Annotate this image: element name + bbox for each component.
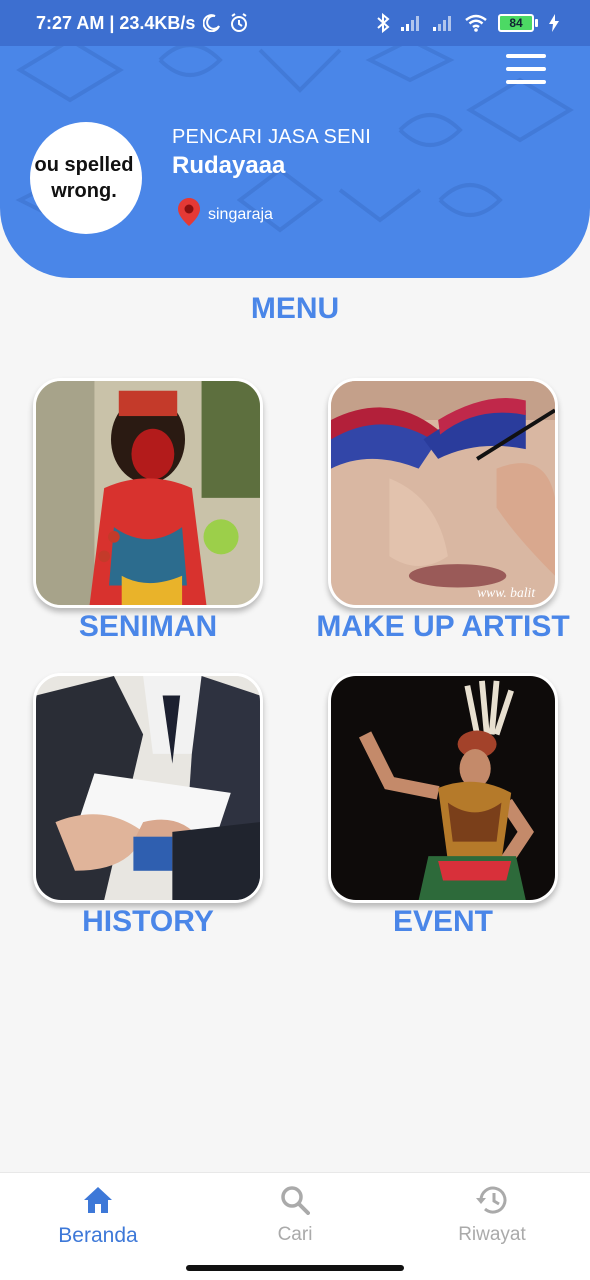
battery-icon: 84 — [498, 14, 538, 32]
status-time: 7:27 AM | 23.4KB/s — [36, 12, 196, 33]
charging-icon — [548, 14, 560, 32]
user-location: singaraja — [178, 198, 273, 231]
home-icon[interactable] — [82, 1187, 114, 1219]
menu-item-history[interactable]: HISTORY — [33, 673, 263, 938]
menu-item-label[interactable]: HISTORY — [0, 905, 298, 939]
menu-item-makeup-artist[interactable]: www. balit MAKE UP ARTIST — [316, 378, 570, 643]
home-indicator[interactable] — [186, 1265, 404, 1271]
hamburger-menu-icon[interactable] — [506, 54, 546, 84]
menu-item-label[interactable]: MAKE UP ARTIST — [293, 610, 590, 644]
nav-item-riwayat[interactable]: Riwayat — [412, 1185, 572, 1246]
nav-label[interactable]: Cari — [215, 1224, 375, 1246]
menu-item-label[interactable]: EVENT — [293, 905, 590, 939]
location-pin-icon — [178, 198, 200, 231]
moon-icon — [203, 14, 221, 32]
avatar[interactable]: ou spelled wrong. — [30, 122, 142, 234]
event-image[interactable] — [328, 673, 558, 903]
user-name: Rudayaaa — [172, 152, 286, 179]
user-role: PENCARI JASA SENI — [172, 126, 372, 148]
wifi-icon — [464, 14, 488, 32]
makeup-artist-image[interactable]: www. balit — [328, 378, 558, 608]
svg-text:www. balit: www. balit — [477, 585, 536, 600]
nav-label[interactable]: Riwayat — [412, 1224, 572, 1246]
signal-icon — [400, 14, 422, 32]
nav-label[interactable]: Beranda — [18, 1224, 178, 1248]
avatar-text: ou spelled wrong. — [34, 154, 134, 202]
bottom-navigation: Beranda Cari Riwayat — [0, 1172, 590, 1280]
menu-item-event[interactable]: EVENT — [328, 673, 558, 938]
battery-level: 84 — [498, 14, 534, 32]
menu-item-label[interactable]: SENIMAN — [0, 610, 298, 644]
nav-item-beranda[interactable]: Beranda — [18, 1185, 178, 1248]
location-text: singaraja — [208, 205, 273, 223]
status-bar: 7:27 AM | 23.4KB/s 84 — [0, 0, 590, 46]
menu-title: MENU — [250, 292, 340, 325]
alarm-icon — [229, 13, 249, 33]
menu-item-seniman[interactable]: SENIMAN — [33, 378, 263, 643]
history-icon[interactable] — [475, 1186, 509, 1219]
seniman-image[interactable] — [33, 378, 263, 608]
history-image[interactable] — [33, 673, 263, 903]
nav-item-cari[interactable]: Cari — [215, 1185, 375, 1246]
signal-icon — [432, 14, 454, 32]
bluetooth-icon — [376, 13, 390, 33]
search-icon[interactable] — [280, 1186, 310, 1219]
